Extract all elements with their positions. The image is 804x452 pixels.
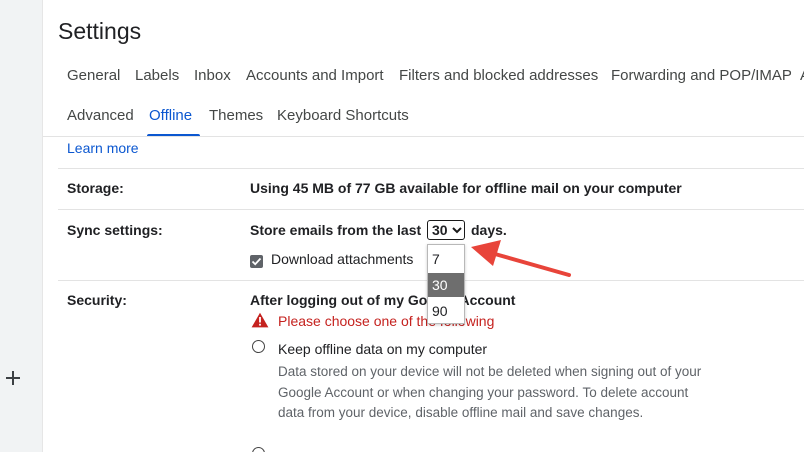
tab-add-ons-partial[interactable]: A [800, 67, 804, 84]
security-heading: After logging out of my Google Account [250, 292, 516, 308]
tab-accounts-and-import[interactable]: Accounts and Import [246, 67, 384, 84]
dropdown-option-30[interactable]: 30 [428, 273, 464, 297]
tab-keyboard-shortcuts[interactable]: Keyboard Shortcuts [277, 107, 409, 124]
tab-advanced[interactable]: Advanced [67, 107, 134, 124]
left-gutter [0, 0, 42, 452]
tab-labels[interactable]: Labels [135, 67, 179, 84]
keep-offline-data-description: Data stored on your device will not be d… [278, 364, 702, 420]
tabs-divider [43, 136, 804, 137]
tab-general[interactable]: General [67, 67, 120, 84]
tab-offline[interactable]: Offline [149, 107, 192, 124]
learn-more-link[interactable]: Learn more [67, 140, 139, 156]
sync-suffix-text: days. [471, 222, 507, 238]
keep-offline-data-label: Keep offline data on my computer [278, 341, 488, 357]
dropdown-option-7[interactable]: 7 [428, 247, 464, 271]
sync-days-dropdown: 7 30 90 [427, 244, 465, 324]
sync-prefix-text: Store emails from the last [250, 222, 422, 238]
dropdown-option-90[interactable]: 90 [428, 299, 464, 323]
page-title: Settings [58, 18, 142, 44]
keep-offline-data-radio[interactable] [252, 340, 265, 353]
tab-themes[interactable]: Themes [209, 107, 263, 124]
storage-usage-text: Using 45 MB of 77 GB available for offli… [250, 180, 682, 196]
plus-icon[interactable] [6, 371, 20, 385]
sync-settings-label: Sync settings: [67, 222, 163, 238]
tab-forwarding-and-pop-imap[interactable]: Forwarding and POP/IMAP [611, 67, 792, 84]
divider [58, 209, 804, 210]
settings-panel: Settings General Labels Inbox Accounts a… [42, 0, 804, 452]
sync-days-selected-value: 30 [432, 222, 448, 238]
tab-filters-and-blocked-addresses[interactable]: Filters and blocked addresses [399, 67, 598, 84]
remove-offline-data-radio[interactable] [252, 447, 265, 452]
storage-label: Storage: [67, 180, 124, 196]
checkmark-icon [251, 257, 262, 266]
sync-days-select[interactable]: 30 [427, 220, 465, 240]
security-label: Security: [67, 292, 127, 308]
divider [58, 168, 804, 169]
warning-icon [251, 312, 269, 328]
tab-inbox[interactable]: Inbox [194, 67, 231, 84]
download-attachments-checkbox[interactable] [250, 255, 263, 268]
download-attachments-label: Download attachments [271, 251, 414, 267]
chevron-down-icon [452, 227, 462, 234]
